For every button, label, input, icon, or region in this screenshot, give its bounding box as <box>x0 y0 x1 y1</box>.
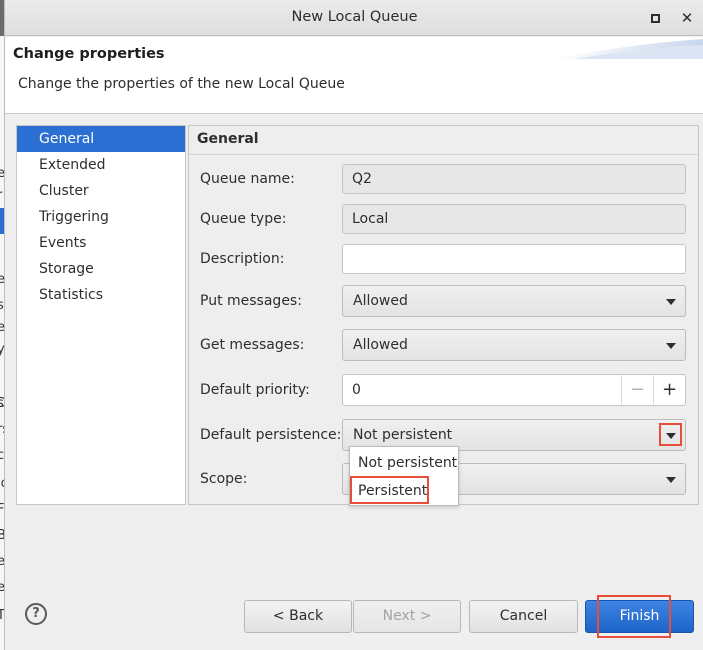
get-messages-value: Allowed <box>353 337 408 353</box>
option-not-persistent[interactable]: Not persistent <box>358 455 457 471</box>
header-title: Change properties <box>13 46 165 62</box>
default-priority-label: Default priority: <box>200 382 310 398</box>
queue-name-field: Q2 <box>342 164 686 194</box>
finish-button-highlight <box>597 595 671 638</box>
default-persistence-value: Not persistent <box>353 427 453 443</box>
close-icon: ✕ <box>680 9 694 27</box>
window-title: New Local Queue <box>291 9 418 25</box>
put-messages-label: Put messages: <box>200 293 302 309</box>
help-icon: ? <box>32 606 40 621</box>
get-messages-select[interactable]: Allowed <box>342 329 686 361</box>
background-text: r <box>0 188 2 203</box>
description-input[interactable] <box>342 244 686 274</box>
maximize-icon <box>650 13 660 23</box>
maximize-button[interactable] <box>645 8 665 28</box>
queue-name-label: Queue name: <box>200 171 295 187</box>
nav-item-storage[interactable]: Storage <box>17 256 185 282</box>
put-messages-select[interactable]: Allowed <box>342 285 686 317</box>
persistence-options-menu: Not persistent Persistent <box>349 446 459 506</box>
default-priority-stepper[interactable]: 0 − + <box>342 374 686 406</box>
queue-type-field: Local <box>342 204 686 234</box>
back-button[interactable]: < Back <box>244 600 352 633</box>
property-category-list: General Extended Cluster Triggering Even… <box>16 125 186 505</box>
nav-item-events[interactable]: Events <box>17 230 185 256</box>
chevron-down-icon <box>666 299 676 305</box>
background-text: i <box>0 634 1 649</box>
default-persistence-label: Default persistence: <box>200 427 342 443</box>
scope-label: Scope: <box>200 471 248 487</box>
wizard-header: Change properties Change the properties … <box>5 37 703 114</box>
title-bar[interactable]: New Local Queue ✕ <box>5 0 703 36</box>
put-messages-value: Allowed <box>353 293 408 309</box>
description-label: Description: <box>200 251 285 267</box>
nav-item-general[interactable]: General <box>17 126 185 152</box>
nav-item-triggering[interactable]: Triggering <box>17 204 185 230</box>
help-button[interactable]: ? <box>25 603 47 625</box>
header-banner-graphic <box>554 39 703 59</box>
cancel-button[interactable]: Cancel <box>469 600 578 633</box>
chevron-down-icon <box>666 343 676 349</box>
close-button[interactable]: ✕ <box>677 8 697 28</box>
divider <box>189 154 698 155</box>
header-description: Change the properties of the new Local Q… <box>18 76 345 92</box>
dropdown-arrow-highlight <box>659 423 682 446</box>
next-button[interactable]: Next > <box>353 600 461 633</box>
persistent-option-highlight <box>350 476 429 504</box>
nav-item-statistics[interactable]: Statistics <box>17 282 185 308</box>
chevron-down-icon <box>666 477 676 483</box>
increment-button[interactable]: + <box>653 375 685 405</box>
background-text: i <box>0 80 1 95</box>
default-priority-value[interactable]: 0 <box>352 375 361 405</box>
nav-item-extended[interactable]: Extended <box>17 152 185 178</box>
nav-item-cluster[interactable]: Cluster <box>17 178 185 204</box>
get-messages-label: Get messages: <box>200 337 305 353</box>
new-local-queue-dialog: New Local Queue ✕ Change properties Chan… <box>4 0 703 650</box>
decrement-button[interactable]: − <box>621 375 653 405</box>
panel-title: General <box>197 131 259 147</box>
queue-type-label: Queue type: <box>200 211 287 227</box>
